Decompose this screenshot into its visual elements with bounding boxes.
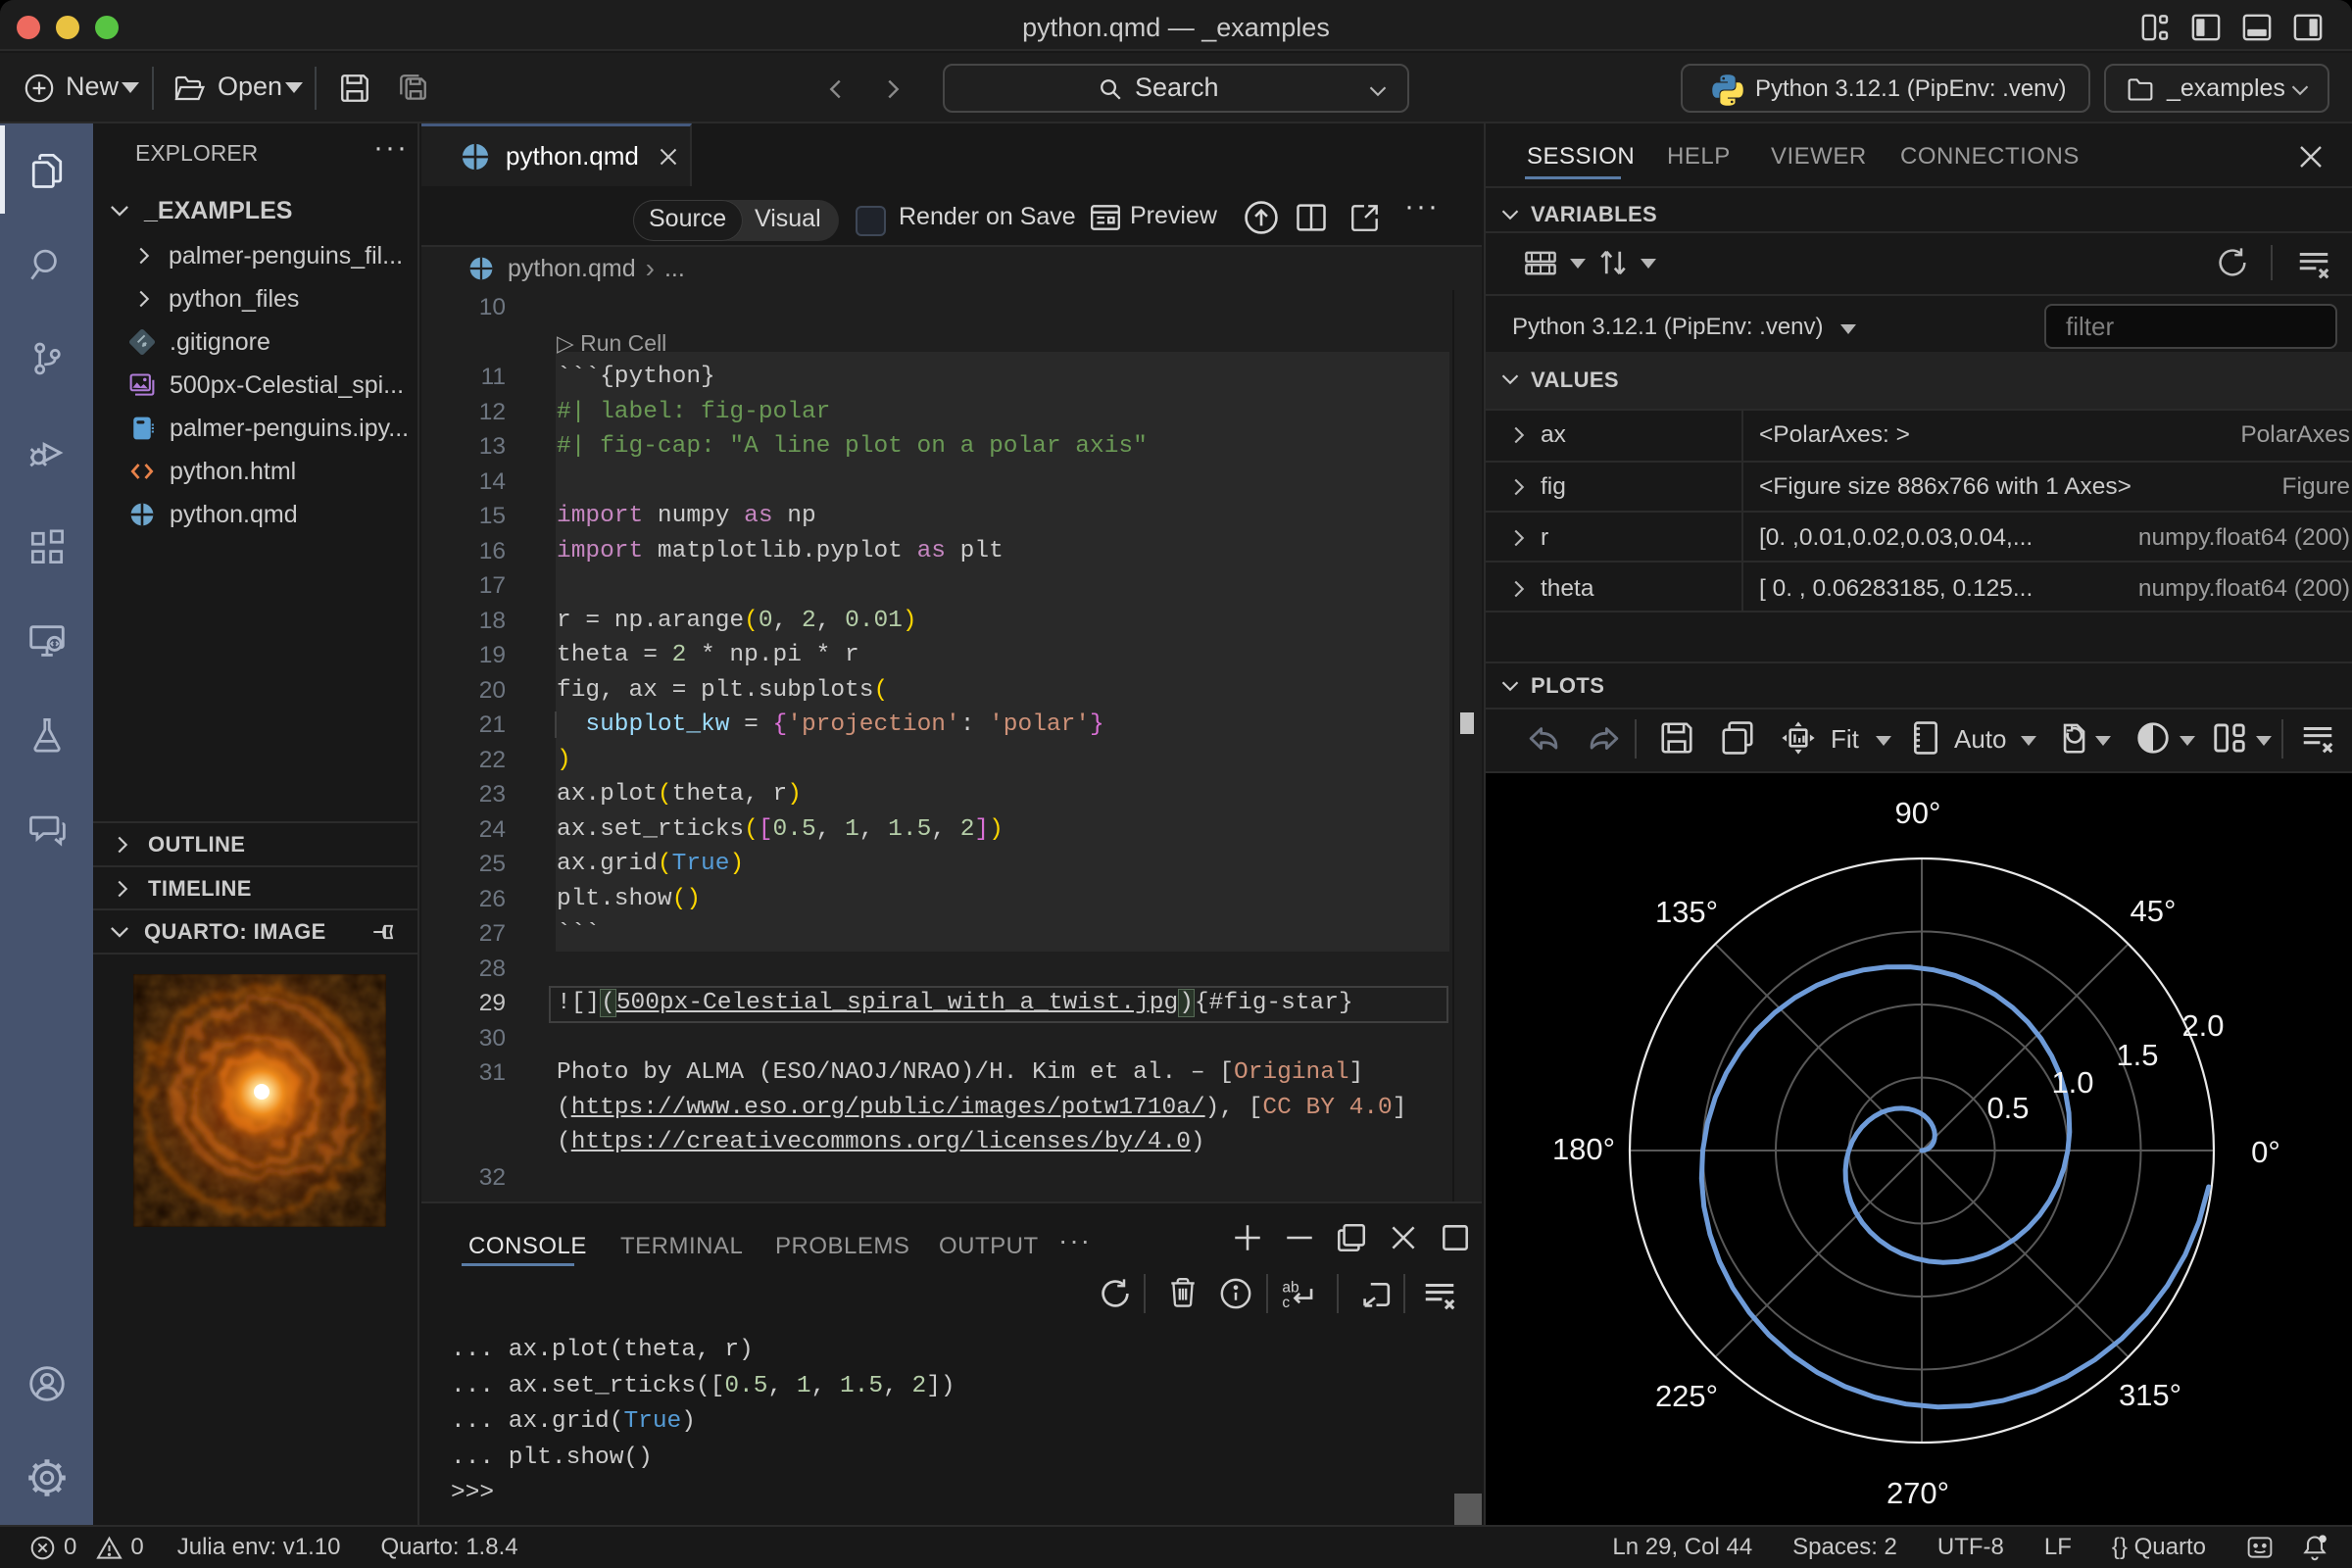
svg-text:270°: 270°	[1886, 1476, 1949, 1510]
svg-text:225°: 225°	[1655, 1379, 1718, 1413]
svg-text:1.0: 1.0	[2051, 1065, 2093, 1100]
svg-text:90°: 90°	[1895, 796, 1941, 830]
svg-text:135°: 135°	[1655, 895, 1718, 929]
svg-text:1.5: 1.5	[2116, 1038, 2158, 1072]
svg-text:180°: 180°	[1552, 1132, 1615, 1166]
svg-text:2.0: 2.0	[2181, 1008, 2224, 1043]
svg-text:0°: 0°	[2251, 1135, 2280, 1169]
svg-text:315°: 315°	[2119, 1378, 2181, 1412]
svg-text:0.5: 0.5	[1986, 1091, 2029, 1125]
svg-text:45°: 45°	[2131, 894, 2177, 928]
svg-text:c: c	[1282, 1295, 1290, 1311]
